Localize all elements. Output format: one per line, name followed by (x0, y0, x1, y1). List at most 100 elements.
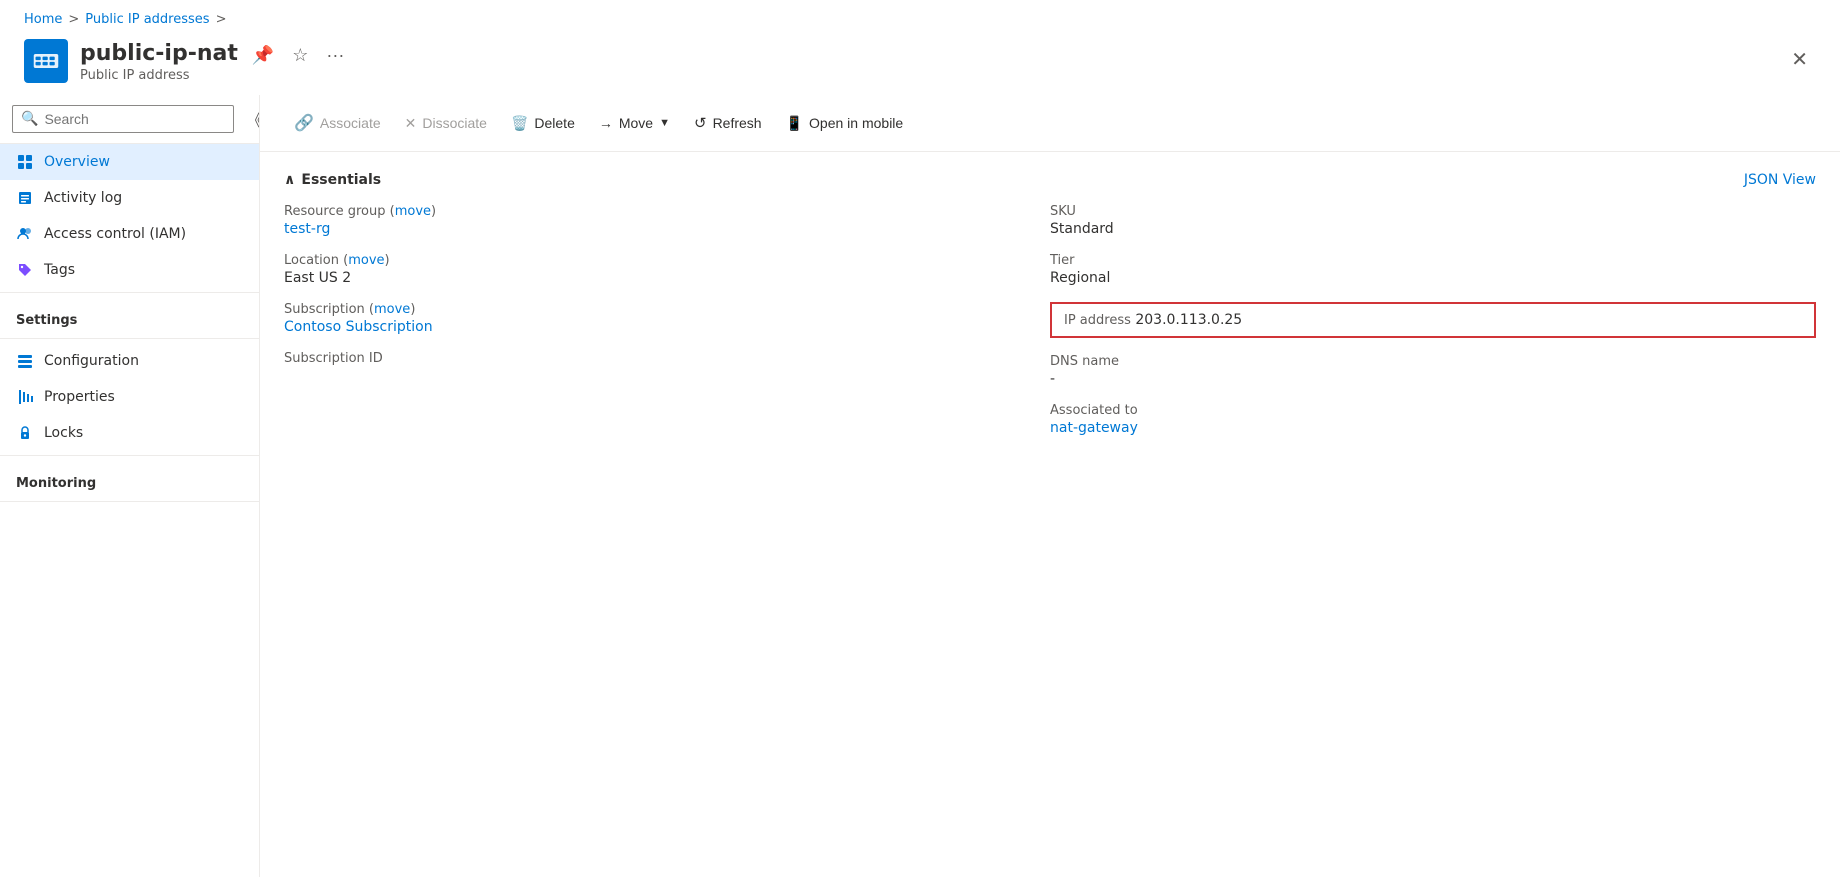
refresh-button[interactable]: ↺ Refresh (684, 108, 772, 138)
page-header: public-ip-nat 📌 ☆ ··· Public IP address … (0, 35, 1840, 95)
resource-group-move-link[interactable]: move (395, 204, 431, 219)
location-label: Location (move) (284, 253, 1050, 268)
sidebar-item-iam-label: Access control (IAM) (44, 226, 186, 242)
main-layout: 🔍 《 Overview Activity log Access control… (0, 95, 1840, 877)
search-box[interactable]: 🔍 (12, 105, 234, 133)
resource-name-row: public-ip-nat 📌 ☆ ··· (80, 39, 348, 68)
subscription-move-link[interactable]: move (374, 302, 410, 317)
locks-icon (16, 424, 34, 442)
sidebar-item-overview[interactable]: Overview (0, 144, 259, 180)
dns-name-field: DNS name - (1050, 354, 1816, 387)
sidebar-item-access-control[interactable]: Access control (IAM) (0, 216, 259, 252)
refresh-icon: ↺ (694, 114, 707, 132)
sidebar-item-configuration[interactable]: Configuration (0, 343, 259, 379)
sidebar-item-properties-label: Properties (44, 389, 115, 405)
subscription-id-field: Subscription ID (284, 351, 1050, 368)
essentials-left-col: Resource group (move) test-rg Location (… (284, 204, 1050, 452)
move-icon: → (599, 115, 613, 131)
dissociate-button[interactable]: ✕ Dissociate (395, 109, 497, 138)
sidebar-item-locks[interactable]: Locks (0, 415, 259, 451)
location-field: Location (move) East US 2 (284, 253, 1050, 286)
associate-label: Associate (320, 115, 381, 131)
sku-field: SKU Standard (1050, 204, 1816, 237)
sidebar-item-overview-label: Overview (44, 154, 110, 170)
essentials-grid: Resource group (move) test-rg Location (… (284, 204, 1816, 452)
settings-section-label: Settings (0, 297, 259, 334)
collapse-sidebar-button[interactable]: 《 (242, 103, 260, 135)
associate-button[interactable]: 🔗 Associate (284, 107, 391, 139)
location-value: East US 2 (284, 270, 1050, 286)
dissociate-icon: ✕ (405, 115, 417, 132)
resource-icon (24, 39, 68, 83)
location-move-link[interactable]: move (348, 253, 384, 268)
header-action-icons: 📌 ☆ ··· (248, 43, 349, 68)
associate-icon: 🔗 (294, 113, 314, 133)
more-button[interactable]: ··· (322, 43, 348, 68)
breadcrumb-sep2: > (216, 12, 227, 27)
monitoring-divider (0, 455, 259, 456)
associated-to-field: Associated to nat-gateway (1050, 403, 1816, 436)
configuration-icon (16, 352, 34, 370)
search-input[interactable] (44, 111, 225, 127)
properties-icon (16, 388, 34, 406)
essentials-header: ∧ Essentials JSON View (284, 172, 1816, 188)
breadcrumb-sep1: > (68, 12, 79, 27)
overview-icon (16, 153, 34, 171)
sidebar-item-tags[interactable]: Tags (0, 252, 259, 288)
iam-icon (16, 225, 34, 243)
subscription-id-label: Subscription ID (284, 351, 1050, 366)
favorite-button[interactable]: ☆ (288, 43, 312, 68)
sidebar-item-properties[interactable]: Properties (0, 379, 259, 415)
pin-button[interactable]: 📌 (248, 43, 278, 68)
json-view-link[interactable]: JSON View (1744, 172, 1816, 188)
content-area: 🔗 Associate ✕ Dissociate 🗑️ Delete → Mov… (260, 95, 1840, 877)
tags-icon (16, 261, 34, 279)
monitoring-divider2 (0, 501, 259, 502)
open-mobile-button[interactable]: 📱 Open in mobile (776, 109, 914, 138)
ip-address-field: IP address 203.0.113.0.25 (1050, 302, 1816, 338)
essentials-chevron-icon: ∧ (284, 172, 295, 188)
subscription-value[interactable]: Contoso Subscription (284, 319, 1050, 335)
resource-group-label: Resource group (move) (284, 204, 1050, 219)
search-row: 🔍 《 (0, 95, 259, 144)
dns-name-value: - (1050, 371, 1816, 387)
breadcrumb: Home > Public IP addresses > (0, 0, 1840, 35)
sidebar-item-tags-label: Tags (44, 262, 75, 278)
resource-group-field: Resource group (move) test-rg (284, 204, 1050, 237)
subscription-label: Subscription (move) (284, 302, 1050, 317)
tier-label: Tier (1050, 253, 1816, 268)
settings-divider (0, 292, 259, 293)
essentials-title-text: Essentials (301, 172, 381, 188)
move-chevron-icon: ▼ (659, 117, 670, 129)
settings-divider2 (0, 338, 259, 339)
essentials-right-col: SKU Standard Tier Regional IP address 20… (1050, 204, 1816, 452)
delete-label: Delete (534, 115, 574, 131)
ip-address-value: 203.0.113.0.25 (1135, 312, 1242, 328)
resource-group-value[interactable]: test-rg (284, 221, 1050, 237)
subscription-field: Subscription (move) Contoso Subscription (284, 302, 1050, 335)
essentials-title: ∧ Essentials (284, 172, 381, 188)
associated-to-value[interactable]: nat-gateway (1050, 420, 1816, 436)
delete-icon: 🗑️ (511, 115, 528, 132)
header-left: public-ip-nat 📌 ☆ ··· Public IP address (24, 39, 348, 83)
header-title-group: public-ip-nat 📌 ☆ ··· Public IP address (80, 39, 348, 83)
sidebar-item-activity-log[interactable]: Activity log (0, 180, 259, 216)
tier-field: Tier Regional (1050, 253, 1816, 286)
resource-type: Public IP address (80, 68, 348, 83)
ip-address-highlight-box: IP address 203.0.113.0.25 (1050, 302, 1816, 338)
sku-label: SKU (1050, 204, 1816, 219)
move-button[interactable]: → Move ▼ (589, 109, 680, 137)
breadcrumb-home[interactable]: Home (24, 12, 62, 27)
activity-log-icon (16, 189, 34, 207)
breadcrumb-public-ip[interactable]: Public IP addresses (85, 12, 209, 27)
close-button[interactable]: ✕ (1783, 43, 1816, 76)
tier-value: Regional (1050, 270, 1816, 286)
dissociate-label: Dissociate (422, 115, 487, 131)
delete-button[interactable]: 🗑️ Delete (501, 109, 585, 138)
essentials-section: ∧ Essentials JSON View Resource group (m… (260, 152, 1840, 472)
move-label: Move (619, 115, 653, 131)
associated-to-label: Associated to (1050, 403, 1816, 418)
search-icon: 🔍 (21, 111, 38, 127)
refresh-label: Refresh (713, 115, 762, 131)
sku-value: Standard (1050, 221, 1816, 237)
